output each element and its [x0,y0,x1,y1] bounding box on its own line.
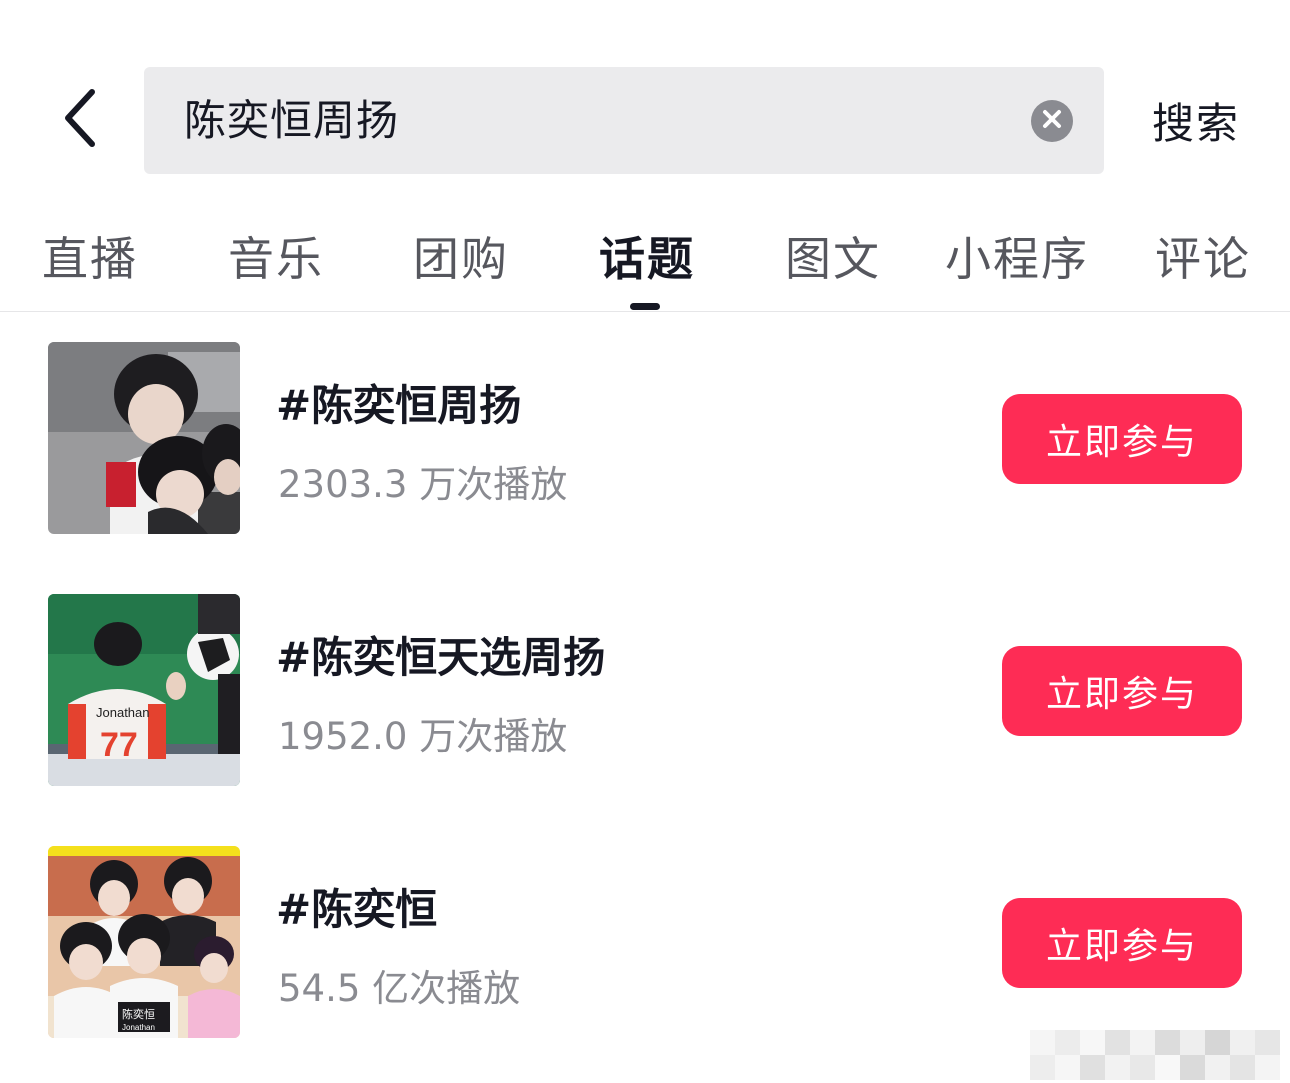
topic-title[interactable]: #陈奕恒 [276,876,437,937]
search-query-text: 陈奕恒周扬 [184,96,400,145]
list-item[interactable]: #陈奕恒周扬 2303.3 万次播放 立即参与 [0,342,1290,542]
shirt-name-text: 陈奕恒 [122,1007,155,1021]
tab-group-buy[interactable]: 团购 [413,223,509,289]
tab-topics[interactable]: 话题 [599,223,695,289]
topic-title[interactable]: #陈奕恒天选周扬 [276,624,605,685]
list-item[interactable]: 陈奕恒 Jonathan #陈奕恒 54.5 亿次播放 立即参与 [0,846,1290,1046]
topic-play-count: 1952.0 万次播放 [278,715,568,758]
tab-image-text[interactable]: 图文 [785,223,881,289]
list-item[interactable]: Jonathan 77 #陈奕恒天选周扬 1952.0 万次播放 立即参与 [0,594,1290,794]
watermark-mosaic [1030,1030,1280,1080]
back-button[interactable] [50,82,110,158]
chevron-left-icon [60,86,100,154]
clear-icon [1041,108,1063,134]
tab-mini-program[interactable]: 小程序 [945,223,1089,289]
join-topic-button[interactable]: 立即参与 [1002,898,1242,988]
tab-live[interactable]: 直播 [42,223,138,289]
active-tab-indicator [630,303,660,310]
category-tabs: 直播 音乐 团购 话题 图文 小程序 评论 [0,205,1290,312]
topic-play-count: 54.5 亿次播放 [278,967,521,1010]
topic-thumbnail[interactable]: 陈奕恒 Jonathan [48,846,240,1038]
search-button[interactable]: 搜索 [1152,90,1240,151]
topic-title[interactable]: #陈奕恒周扬 [276,372,521,433]
join-topic-button[interactable]: 立即参与 [1002,646,1242,736]
jersey-name-text: Jonathan [96,705,150,720]
topic-thumbnail[interactable] [48,342,240,534]
topic-thumbnail[interactable]: Jonathan 77 [48,594,240,786]
topic-play-count: 2303.3 万次播放 [278,463,568,506]
jersey-number-text: 77 [100,726,138,764]
tab-comments[interactable]: 评论 [1155,223,1251,289]
search-input[interactable]: 陈奕恒周扬 [144,67,1104,174]
tab-music[interactable]: 音乐 [228,223,324,289]
join-topic-button[interactable]: 立即参与 [1002,394,1242,484]
shirt-sub-text: Jonathan [122,1023,155,1032]
clear-search-button[interactable] [1031,100,1073,142]
